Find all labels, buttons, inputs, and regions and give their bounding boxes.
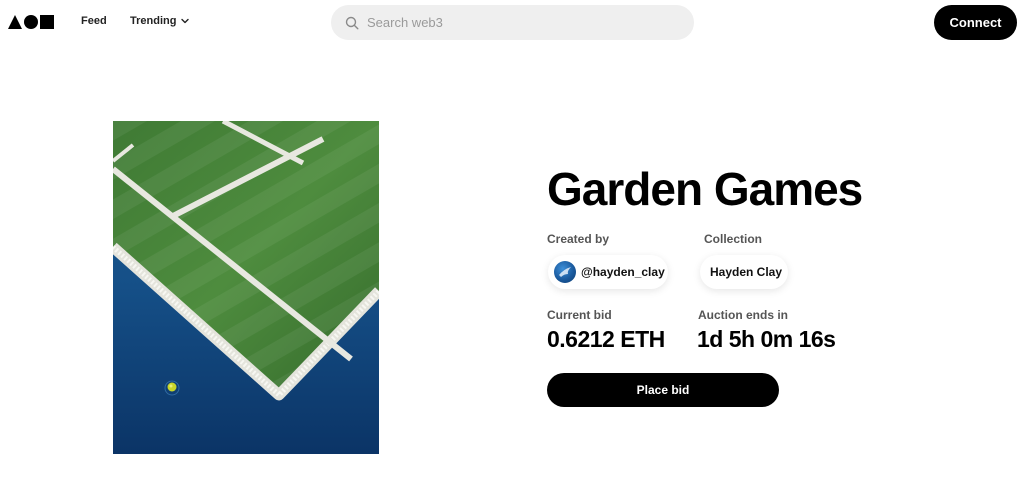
- tennis-court-artwork-image: [113, 121, 379, 454]
- current-bid-value: 0.6212 ETH: [547, 326, 665, 352]
- nav-feed-link[interactable]: Feed: [81, 15, 107, 27]
- nav-trending-label: Trending: [130, 15, 177, 27]
- triangle-shape: [8, 15, 22, 29]
- current-bid-label: Current bid: [547, 308, 612, 322]
- search-bar[interactable]: [331, 5, 694, 40]
- square-shape: [40, 15, 54, 29]
- search-input[interactable]: [367, 15, 667, 30]
- place-bid-button[interactable]: Place bid: [547, 373, 779, 407]
- top-navigation-bar: Feed Trending Connect: [0, 0, 1024, 44]
- chevron-down-icon: [181, 18, 190, 24]
- auction-countdown: 1d 5h 0m 16s: [697, 326, 836, 352]
- shapes-logo-icon[interactable]: [8, 15, 55, 29]
- connect-button[interactable]: Connect: [934, 5, 1017, 40]
- bird-avatar-icon: [559, 267, 571, 277]
- circle-shape: [24, 15, 38, 29]
- created-by-label: Created by: [547, 232, 610, 246]
- artwork-title: Garden Games: [547, 163, 863, 215]
- auction-ends-label: Auction ends in: [698, 308, 788, 322]
- nav-trending-dropdown[interactable]: Trending: [130, 15, 190, 27]
- search-icon: [345, 16, 359, 30]
- artwork-illustration: [113, 121, 379, 454]
- creator-chip[interactable]: @hayden_clay: [548, 255, 668, 289]
- creator-avatar: [554, 261, 576, 283]
- creator-handle: @hayden_clay: [581, 265, 665, 279]
- collection-label: Collection: [704, 232, 763, 246]
- collection-chip[interactable]: Hayden Clay: [700, 255, 788, 289]
- collection-name: Hayden Clay: [710, 265, 783, 279]
